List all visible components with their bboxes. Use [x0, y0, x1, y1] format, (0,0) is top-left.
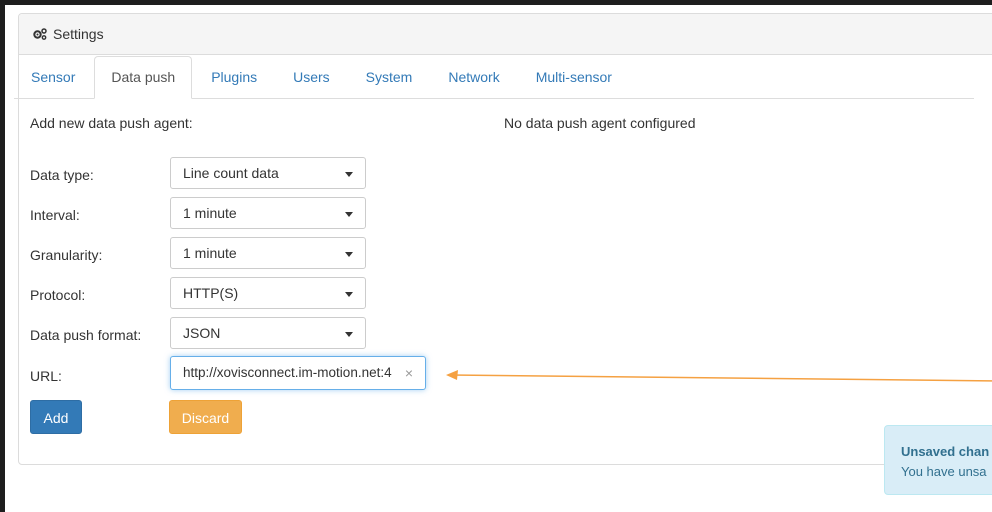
format-select[interactable]: JSON [170, 317, 366, 349]
granularity-label: Granularity: [30, 247, 103, 263]
protocol-value: HTTP(S) [183, 285, 239, 301]
url-row: URL: [30, 359, 152, 393]
interval-row: Interval: [30, 198, 152, 232]
tab-plugins[interactable]: Plugins [194, 56, 274, 98]
data-type-row: Data type: [30, 158, 152, 192]
tab-system[interactable]: System [349, 56, 430, 98]
url-label: URL: [30, 368, 62, 384]
tab-data-push[interactable]: Data push [94, 56, 193, 99]
toast-title: Unsaved chan [901, 444, 990, 459]
url-input[interactable]: http://xovisconnect.im-motion.net:4 × [170, 356, 426, 390]
interval-value: 1 minute [183, 205, 237, 221]
data-type-select[interactable]: Line count data [170, 157, 366, 189]
add-button[interactable]: Add [30, 400, 82, 434]
interval-select[interactable]: 1 minute [170, 197, 366, 229]
form-heading: Add new data push agent: [30, 115, 193, 131]
data-type-value: Line count data [183, 165, 279, 181]
tab-bar: Sensor Data push Plugins Users System Ne… [14, 56, 974, 99]
format-value: JSON [183, 325, 221, 341]
protocol-label: Protocol: [30, 287, 86, 303]
clear-icon[interactable]: × [405, 357, 413, 389]
protocol-select[interactable]: HTTP(S) [170, 277, 366, 309]
chevron-down-icon [345, 172, 353, 177]
granularity-row: Granularity: [30, 238, 152, 272]
tab-network[interactable]: Network [431, 56, 516, 98]
chevron-down-icon [345, 292, 353, 297]
interval-label: Interval: [30, 207, 80, 223]
panel-heading: Settings [19, 14, 992, 55]
tab-sensor[interactable]: Sensor [14, 56, 92, 98]
chevron-down-icon [345, 252, 353, 257]
annotation-arrow [446, 370, 992, 382]
unsaved-changes-toast: Unsaved chan You have unsa [884, 425, 992, 495]
panel-title: Settings [53, 26, 104, 42]
tab-multi-sensor[interactable]: Multi-sensor [519, 56, 629, 98]
url-value: http://xovisconnect.im-motion.net:4 [183, 365, 392, 380]
toast-message: You have unsa [901, 464, 987, 479]
tab-users[interactable]: Users [276, 56, 347, 98]
data-type-label: Data type: [30, 167, 94, 183]
chevron-down-icon [345, 332, 353, 337]
gears-icon [33, 28, 47, 40]
window-frame-left [0, 0, 5, 512]
empty-agents-message: No data push agent configured [504, 115, 696, 131]
chevron-down-icon [345, 212, 353, 217]
granularity-select[interactable]: 1 minute [170, 237, 366, 269]
format-row: Data push format: [30, 318, 152, 352]
format-label: Data push format: [30, 327, 142, 343]
window-frame-top [0, 0, 992, 5]
discard-button[interactable]: Discard [169, 400, 242, 434]
granularity-value: 1 minute [183, 245, 237, 261]
protocol-row: Protocol: [30, 278, 152, 312]
